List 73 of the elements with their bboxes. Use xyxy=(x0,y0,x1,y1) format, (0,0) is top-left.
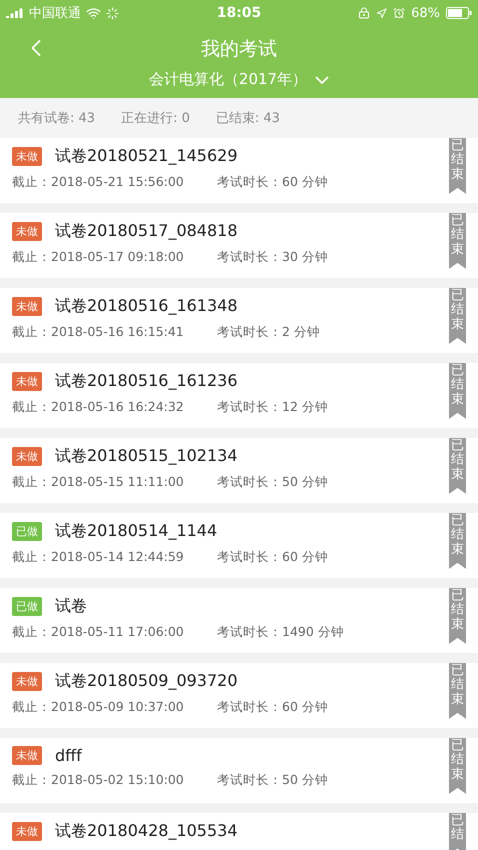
ended-ribbon: 已结束 xyxy=(449,438,466,494)
deadline-text: 截止：2018-05-02 15:10:00 xyxy=(12,772,185,789)
carrier-name: 中国联通 xyxy=(29,5,81,22)
duration-text: 考试时长：1490 分钟 xyxy=(217,624,344,641)
alarm-icon xyxy=(393,7,406,19)
exam-title: 试卷20180514_1144 xyxy=(55,521,218,542)
exam-card[interactable]: 未做 dfff 截止：2018-05-02 15:10:00 考试时长：50 分钟 已结束 xyxy=(0,738,478,803)
lock-icon xyxy=(358,7,370,19)
exam-card[interactable]: 未做 试卷20180428_105534 已结 xyxy=(0,813,478,850)
status-tag: 未做 xyxy=(12,746,42,765)
wifi-icon xyxy=(86,6,101,20)
exam-card[interactable]: 未做 试卷20180521_145629 截止：2018-05-21 15:56:00 考试时长：60 分钟 已结束 xyxy=(0,138,478,203)
summary-count: 共有试卷: 43 xyxy=(18,110,96,127)
deadline-text: 截止：2018-05-16 16:15:41 xyxy=(12,324,185,341)
deadline-text: 截止：2018-05-11 17:06:00 xyxy=(12,624,185,641)
ended-ribbon: 已结 xyxy=(449,813,466,850)
exam-title: 试卷20180521_145629 xyxy=(55,146,238,167)
ended-ribbon: 已结束 xyxy=(449,663,466,719)
chevron-down-icon xyxy=(315,76,330,84)
status-tag: 未做 xyxy=(12,222,42,241)
deadline-text: 截止：2018-05-21 15:56:00 xyxy=(12,174,185,191)
exam-card[interactable]: 未做 试卷20180515_102134 截止：2018-05-15 11:11:00 考试时长：50 分钟 已结束 xyxy=(0,438,478,503)
duration-text: 考试时长：50 分钟 xyxy=(217,474,328,491)
ended-ribbon: 已结束 xyxy=(449,213,466,269)
activity-icon xyxy=(106,6,119,20)
duration-text: 考试时长：2 分钟 xyxy=(217,324,320,341)
duration-text: 考试时长：60 分钟 xyxy=(217,174,328,191)
deadline-text: 截止：2018-05-17 09:18:00 xyxy=(12,249,185,266)
signal-icon xyxy=(6,8,24,18)
duration-text: 考试时长：30 分钟 xyxy=(217,249,328,266)
exam-card[interactable]: 未做 试卷20180516_161236 截止：2018-05-16 16:24:32 考试时长：12 分钟 已结束 xyxy=(0,363,478,428)
duration-text: 考试时长：60 分钟 xyxy=(217,699,328,716)
deadline-text: 截止：2018-05-09 10:37:00 xyxy=(12,699,185,716)
duration-text: 考试时长：12 分钟 xyxy=(217,399,328,416)
duration-text: 考试时长：50 分钟 xyxy=(217,772,328,789)
ended-ribbon: 已结束 xyxy=(449,363,466,419)
exam-card[interactable]: 未做 试卷20180517_084818 截止：2018-05-17 09:18:00 考试时长：30 分钟 已结束 xyxy=(0,213,478,278)
status-tag: 未做 xyxy=(12,447,42,466)
exam-title: 试卷20180428_105534 xyxy=(55,821,238,842)
status-tag: 未做 xyxy=(12,822,42,841)
exam-title: 试卷20180509_093720 xyxy=(55,671,238,692)
deadline-text: 截止：2018-05-14 12:44:59 xyxy=(12,549,185,566)
deadline-text: 截止：2018-05-16 16:24:32 xyxy=(12,399,185,416)
status-tag: 未做 xyxy=(12,672,42,691)
ended-ribbon: 已结束 xyxy=(449,138,466,194)
exam-title: 试卷20180517_084818 xyxy=(55,221,238,242)
exam-title: 试卷 xyxy=(55,596,87,617)
battery-percent: 68% xyxy=(411,6,440,20)
status-tag: 未做 xyxy=(12,147,42,166)
status-tag: 已做 xyxy=(12,597,42,616)
ended-ribbon: 已结束 xyxy=(449,288,466,344)
exam-title: 试卷20180516_161236 xyxy=(55,371,238,392)
ended-ribbon: 已结束 xyxy=(449,588,466,644)
location-icon xyxy=(376,8,388,18)
summary-count: 正在进行: 0 xyxy=(121,110,190,127)
exam-title: dfff xyxy=(55,746,82,765)
ended-ribbon: 已结束 xyxy=(449,738,466,794)
page-title: 我的考试 xyxy=(201,37,277,62)
exam-card[interactable]: 已做 试卷 截止：2018-05-11 17:06:00 考试时长：1490 分钟 已结束 xyxy=(0,588,478,653)
ended-ribbon: 已结束 xyxy=(449,513,466,569)
status-tag: 已做 xyxy=(12,522,42,541)
status-time: 18:05 xyxy=(216,5,262,21)
exam-card[interactable]: 已做 试卷20180514_1144 截止：2018-05-14 12:44:59 考试时长：60 分钟 已结束 xyxy=(0,513,478,578)
exam-title: 试卷20180516_161348 xyxy=(55,296,238,317)
status-tag: 未做 xyxy=(12,372,42,391)
exam-title: 试卷20180515_102134 xyxy=(55,446,238,467)
duration-text: 考试时长：60 分钟 xyxy=(217,549,328,566)
deadline-text: 截止：2018-05-15 11:11:00 xyxy=(12,474,185,491)
summary-count: 已结束: 43 xyxy=(216,110,280,127)
exam-card[interactable]: 未做 试卷20180509_093720 截止：2018-05-09 10:37:00 考试时长：60 分钟 已结束 xyxy=(0,663,478,728)
battery-icon xyxy=(446,7,472,19)
status-tag: 未做 xyxy=(12,297,42,316)
exam-card[interactable]: 未做 试卷20180516_161348 截止：2018-05-16 16:15:41 考试时长：2 分钟 已结束 xyxy=(0,288,478,353)
